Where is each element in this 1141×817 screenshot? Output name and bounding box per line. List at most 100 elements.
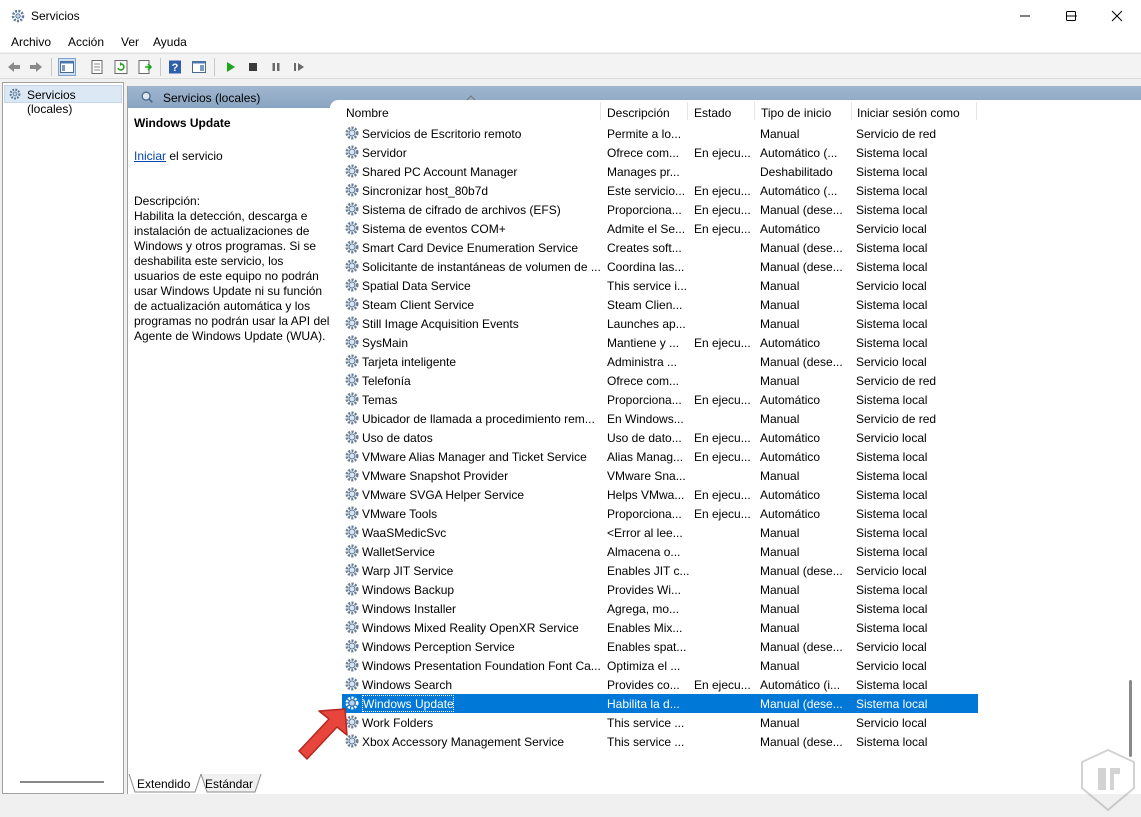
show-action-pane-button[interactable]: [190, 58, 208, 76]
service-row[interactable]: Warp JIT Service Enables JIT c... Manual (…: [342, 561, 978, 580]
service-gear-icon: [345, 145, 359, 159]
service-start-type: Manual (dese...: [760, 735, 843, 749]
service-name: Servidor: [362, 146, 407, 160]
service-row[interactable]: Smart Card Device Enumeration Service Cre…: [342, 238, 978, 257]
service-row[interactable]: VMware Alias Manager and Ticket Service A…: [342, 447, 978, 466]
service-gear-icon: [345, 506, 359, 520]
service-description-cell: Habilita la d...: [607, 697, 680, 711]
service-name: VMware SVGA Helper Service: [362, 488, 525, 502]
service-gear-icon: [345, 544, 359, 558]
service-row[interactable]: Windows Search Provides co... En ejecu... A…: [342, 675, 978, 694]
service-description-cell: <Error al lee...: [607, 526, 683, 540]
service-row[interactable]: Shared PC Account Manager Manages pr... De…: [342, 162, 978, 181]
help-button[interactable]: ?: [166, 58, 184, 76]
service-row[interactable]: Xbox Accessory Management Service This se…: [342, 732, 978, 751]
menu-archivo[interactable]: Archivo: [11, 35, 51, 49]
tree-item-servicios-locales[interactable]: Servicios (locales): [4, 85, 122, 116]
service-description-cell: En Windows...: [607, 412, 684, 426]
tab-extendido[interactable]: Extendido: [137, 774, 190, 794]
back-button[interactable]: [5, 58, 23, 76]
show-hide-console-tree-button[interactable]: [58, 58, 76, 76]
service-logon-as: Sistema local: [856, 146, 928, 160]
service-row[interactable]: Servidor Ofrece com... En ejecu... Automáti…: [342, 143, 978, 162]
service-row[interactable]: Windows Installer Agrega, mo... Manual Sist…: [342, 599, 978, 618]
service-logon-as: Sistema local: [856, 393, 928, 407]
pause-service-button[interactable]: [267, 58, 285, 76]
service-state: En ejecu...: [694, 488, 751, 502]
menu-accion[interactable]: Acción: [68, 35, 104, 49]
service-state: En ejecu...: [694, 450, 751, 464]
restart-service-button[interactable]: [290, 58, 308, 76]
export-list-button[interactable]: [136, 58, 154, 76]
service-row[interactable]: Tarjeta inteligente Administra ... Manual …: [342, 352, 978, 371]
service-name: Windows Mixed Reality OpenXR Service: [362, 621, 579, 635]
service-description-cell: This service ...: [607, 716, 685, 730]
forward-button[interactable]: [27, 58, 45, 76]
service-logon-as: Servicio de red: [856, 127, 937, 141]
service-row[interactable]: Still Image Acquisition Events Launches a…: [342, 314, 978, 333]
service-row[interactable]: Windows Perception Service Enables spat..…: [342, 637, 978, 656]
service-logon-as: Servicio de red: [856, 374, 937, 388]
column-tipo-inicio[interactable]: Tipo de inicio: [756, 100, 852, 122]
service-start-type: Manual: [760, 545, 800, 559]
service-row[interactable]: Windows Update Habilita la d... Manual (de…: [342, 694, 978, 713]
start-service-link[interactable]: Iniciar: [134, 149, 166, 163]
service-gear-icon: [345, 620, 359, 634]
service-state: En ejecu...: [694, 203, 751, 217]
service-name: VMware Snapshot Provider: [362, 469, 509, 483]
service-row[interactable]: Steam Client Service Steam Clien... Manual…: [342, 295, 978, 314]
service-row[interactable]: WalletService Almacena o... Manual Sistema …: [342, 542, 978, 561]
column-estado[interactable]: Estado: [689, 100, 755, 122]
service-row[interactable]: Windows Presentation Foundation Font Ca.…: [342, 656, 978, 675]
service-row[interactable]: Sincronizar host_80b7d Este servicio... En…: [342, 181, 978, 200]
service-description-cell: Administra ...: [607, 355, 678, 369]
menu-ayuda[interactable]: Ayuda: [153, 35, 187, 49]
minimize-button-2[interactable]: [1002, 0, 1048, 32]
service-action: Iniciar el servicio: [134, 149, 223, 163]
refresh-button[interactable]: [112, 58, 130, 76]
close-button[interactable]: [1094, 0, 1140, 32]
stop-service-button[interactable]: [244, 58, 262, 76]
column-descripcion[interactable]: Descripción: [602, 100, 688, 122]
pause-icon: [272, 63, 280, 71]
service-description-cell: Alias Manag...: [607, 450, 684, 464]
service-start-type: Manual: [760, 621, 800, 635]
service-row[interactable]: SysMain Mantiene y ... En ejecu... Automáti…: [342, 333, 978, 352]
service-gear-icon: [345, 164, 359, 178]
service-description-cell: Optimiza el ...: [607, 659, 681, 673]
service-row[interactable]: Temas Proporciona... En ejecu... Automático…: [342, 390, 978, 409]
service-row[interactable]: Solicitante de instantáneas de volumen d…: [342, 257, 978, 276]
service-row[interactable]: Spatial Data Service This service i... Man…: [342, 276, 978, 295]
service-row[interactable]: Ubicador de llamada a procedimiento rem.…: [342, 409, 978, 428]
service-start-type: Deshabilitado: [760, 165, 833, 179]
service-row[interactable]: Sistema de cifrado de archivos (EFS) Prop…: [342, 200, 978, 219]
service-row[interactable]: Windows Mixed Reality OpenXR Service Enab…: [342, 618, 978, 637]
service-row[interactable]: VMware SVGA Helper Service Helps VMwa... E…: [342, 485, 978, 504]
service-row[interactable]: Work Folders This service ... Manual Servic…: [342, 713, 978, 732]
service-row[interactable]: Sistema de eventos COM+ Admite el Se... En…: [342, 219, 978, 238]
service-logon-as: Sistema local: [856, 488, 928, 502]
service-name: Windows Backup: [362, 583, 455, 597]
maximize-button[interactable]: [1048, 0, 1094, 32]
service-row[interactable]: VMware Snapshot Provider VMware Sna... Man…: [342, 466, 978, 485]
column-iniciar-sesion[interactable]: Iniciar sesión como: [853, 100, 977, 122]
service-name: VMware Tools: [362, 507, 438, 521]
start-service-button[interactable]: [221, 58, 239, 76]
service-row[interactable]: VMware Tools Proporciona... En ejecu... Aut…: [342, 504, 978, 523]
list-vertical-scrollbar[interactable]: [1129, 680, 1132, 757]
service-start-type: Manual: [760, 374, 800, 388]
column-nombre[interactable]: Nombre: [346, 100, 601, 122]
service-row[interactable]: Windows Backup Provides Wi... Manual Sistem…: [342, 580, 978, 599]
service-name: Windows Update: [362, 695, 454, 712]
service-row[interactable]: WaaSMedicSvc <Error al lee... Manual Sistem…: [342, 523, 978, 542]
service-row[interactable]: Servicios de Escritorio remoto Permite a …: [342, 124, 978, 143]
service-logon-as: Sistema local: [856, 317, 928, 331]
service-row[interactable]: Uso de datos Uso de dato... En ejecu... Aut…: [342, 428, 978, 447]
tree-horizontal-scrollbar[interactable]: [20, 781, 104, 783]
service-row[interactable]: Telefonía Ofrece com... Manual Servicio de …: [342, 371, 978, 390]
service-description-cell: This service i...: [607, 279, 688, 293]
tab-estandar[interactable]: Estándar: [205, 774, 253, 794]
menu-ver[interactable]: Ver: [121, 35, 139, 49]
properties-button[interactable]: [88, 58, 106, 76]
back-icon: [8, 62, 20, 72]
